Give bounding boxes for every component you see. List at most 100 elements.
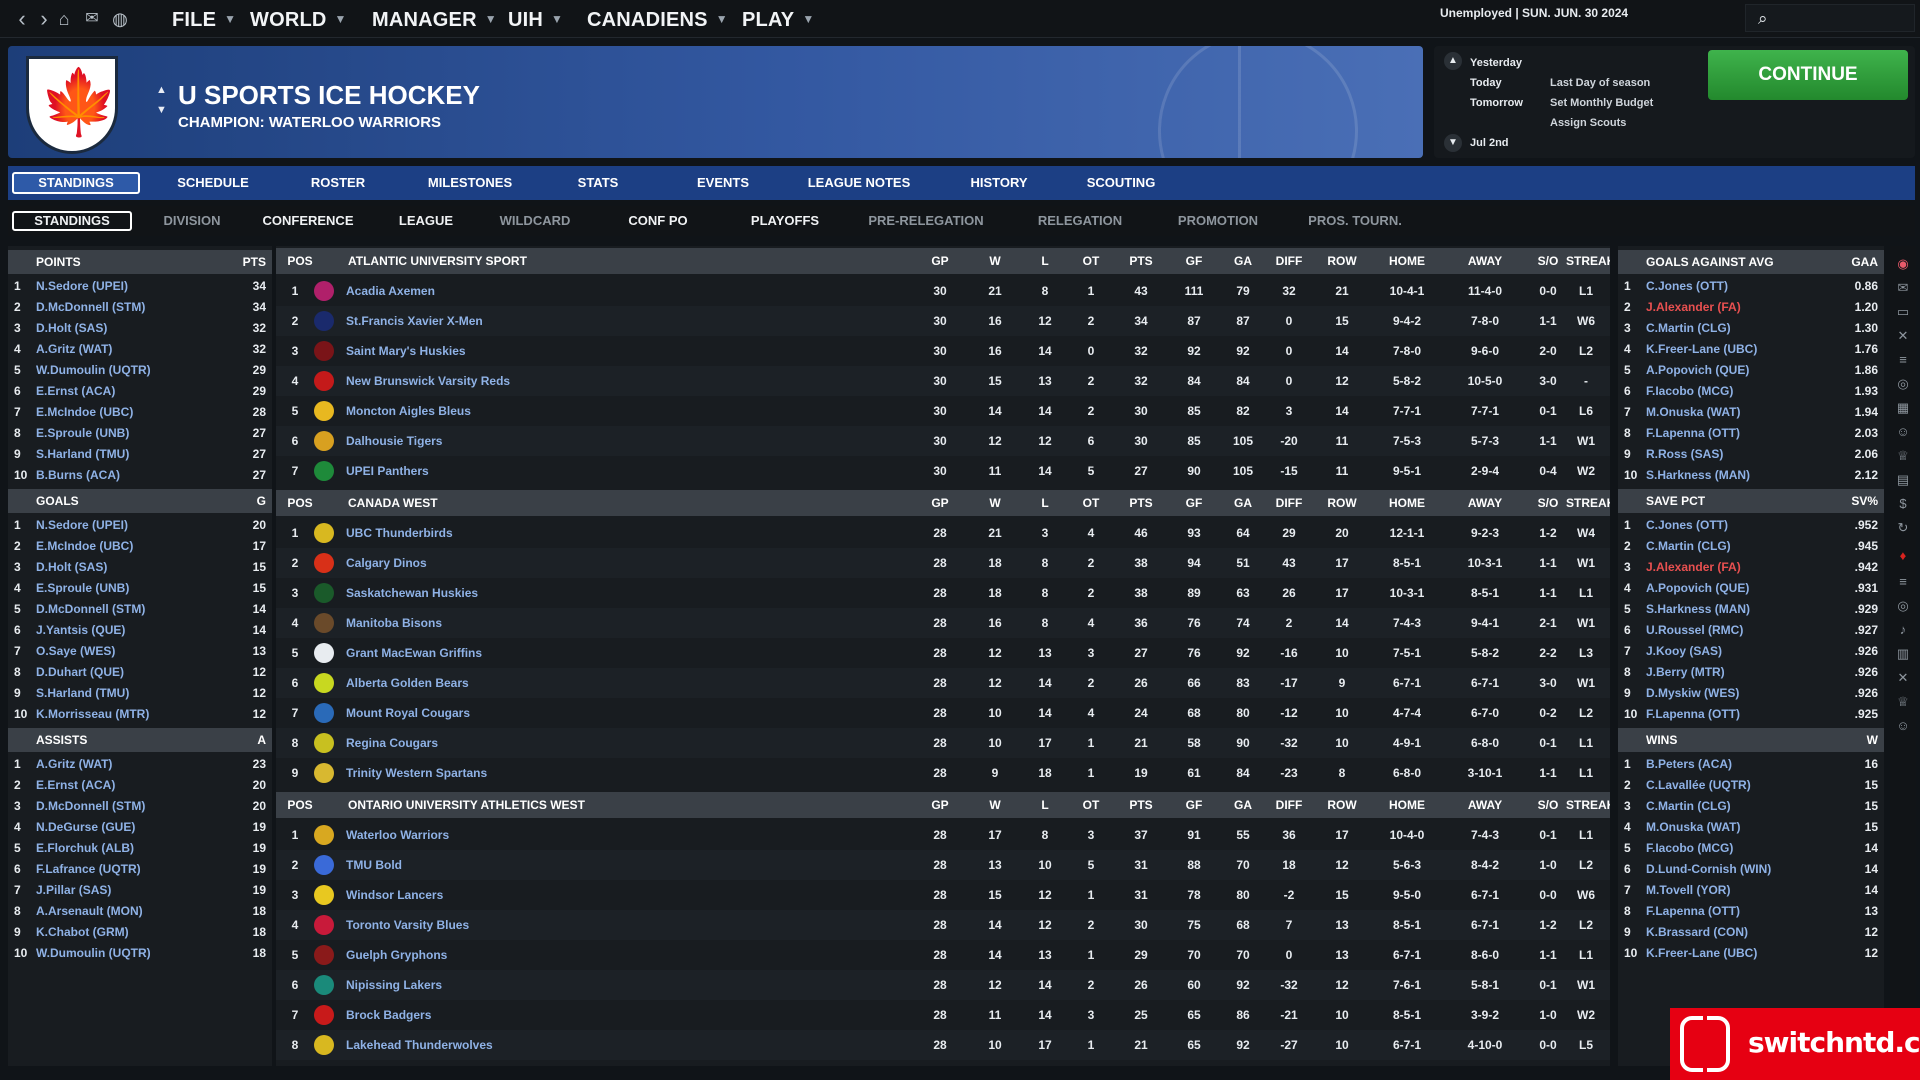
team-link[interactable]: Moncton Aigles Bleus: [346, 396, 471, 426]
team-row[interactable]: 7 Brock Badgers 28 11 14 3 25 65 86 -21 10 8-5-1 3-9…: [276, 1000, 1610, 1030]
col-l[interactable]: L: [1030, 490, 1060, 516]
stat-leader-row[interactable]: 6 E.Ernst (ACA) 29: [8, 381, 272, 402]
team-link[interactable]: Trinity Western Spartans: [346, 758, 487, 788]
team-link[interactable]: Acadia Axemen: [346, 276, 435, 306]
stat-leader-row[interactable]: 5 W.Dumoulin (UQTR) 29: [8, 360, 272, 381]
team-link[interactable]: UPEI Panthers: [346, 456, 429, 486]
stat-leader-row[interactable]: 9 R.Ross (SAS) 2.06: [1618, 444, 1884, 465]
people-icon[interactable]: ☺: [1893, 422, 1913, 442]
stat-leader-row[interactable]: 10 S.Harkness (MAN) 2.12: [1618, 465, 1884, 486]
col-streak[interactable]: STREAK: [1566, 490, 1610, 516]
col-home[interactable]: HOME: [1372, 248, 1442, 274]
team-row[interactable]: 7 Mount Royal Cougars 28 10 14 4 24 68 80 -12 10 4-…: [276, 698, 1610, 728]
player-link[interactable]: J.Kooy (SAS): [1646, 641, 1722, 662]
col-gp[interactable]: GP: [920, 792, 960, 818]
tab-milestones[interactable]: MILESTONES: [410, 172, 530, 194]
player-link[interactable]: F.Lapenna (OTT): [1646, 901, 1740, 922]
people-icon[interactable]: ☺: [1893, 716, 1913, 736]
player-link[interactable]: S.Harland (TMU): [36, 444, 129, 465]
team-link[interactable]: Lakehead Thunderwolves: [346, 1030, 493, 1060]
subtab-pros-tourn[interactable]: PROS. TOURN.: [1290, 211, 1420, 231]
mail-icon[interactable]: ✉: [80, 6, 104, 32]
player-link[interactable]: E.Ernst (ACA): [36, 381, 115, 402]
stat-leader-row[interactable]: 3 D.Holt (SAS) 32: [8, 318, 272, 339]
player-link[interactable]: D.Holt (SAS): [36, 318, 107, 339]
menu-manager[interactable]: MANAGER ▼: [372, 0, 497, 38]
team-link[interactable]: Calgary Dinos: [346, 548, 427, 578]
col-away[interactable]: AWAY: [1450, 490, 1520, 516]
player-link[interactable]: J.Yantsis (QUE): [36, 620, 125, 641]
home-icon[interactable]: ⌂: [52, 6, 76, 32]
player-link[interactable]: B.Burns (ACA): [36, 465, 120, 486]
col-pos[interactable]: POS: [280, 490, 320, 516]
tools-icon[interactable]: ✕: [1893, 326, 1913, 346]
stat-leader-row[interactable]: 2 C.Lavallée (UQTR) 15: [1618, 775, 1884, 796]
stat-leader-row[interactable]: 5 S.Harkness (MAN) .929: [1618, 599, 1884, 620]
subtab-pre-relegation[interactable]: PRE-RELEGATION: [856, 211, 996, 231]
chart-icon[interactable]: ▥: [1893, 644, 1913, 664]
tools-icon[interactable]: ✕: [1893, 668, 1913, 688]
player-link[interactable]: M.Onuska (WAT): [1646, 817, 1740, 838]
stat-leader-row[interactable]: 8 F.Lapenna (OTT) 13: [1618, 901, 1884, 922]
col-l[interactable]: L: [1030, 792, 1060, 818]
player-link[interactable]: D.Lund-Cornish (WIN): [1646, 859, 1771, 880]
team-link[interactable]: Saint Mary's Huskies: [346, 336, 466, 366]
player-link[interactable]: C.Martin (CLG): [1646, 536, 1731, 557]
team-link[interactable]: Windsor Lancers: [346, 880, 443, 910]
trash-icon[interactable]: ▭: [1893, 302, 1913, 322]
player-link[interactable]: S.Harland (TMU): [36, 683, 129, 704]
col-gf[interactable]: GF: [1174, 248, 1214, 274]
stat-leader-row[interactable]: 5 F.Iacobo (MCG) 14: [1618, 838, 1884, 859]
player-link[interactable]: J.Berry (MTR): [1646, 662, 1725, 683]
stat-leader-row[interactable]: 4 N.DeGurse (GUE) 19: [8, 817, 272, 838]
player-link[interactable]: E.Sproule (UNB): [36, 578, 129, 599]
team-link[interactable]: Regina Cougars: [346, 728, 438, 758]
stat-leader-row[interactable]: 1 B.Peters (ACA) 16: [1618, 754, 1884, 775]
player-link[interactable]: D.McDonnell (STM): [36, 796, 145, 817]
table-icon[interactable]: ▦: [1893, 398, 1913, 418]
stat-leader-row[interactable]: 8 A.Arsenault (MON) 18: [8, 901, 272, 922]
team-link[interactable]: Waterloo Warriors: [346, 820, 449, 850]
player-link[interactable]: F.Lapenna (OTT): [1646, 423, 1740, 444]
subtab-division[interactable]: DIVISION: [142, 211, 242, 231]
stat-leader-row[interactable]: 6 F.Lafrance (UQTR) 19: [8, 859, 272, 880]
subtab-league[interactable]: LEAGUE: [376, 211, 476, 231]
stat-leader-row[interactable]: 4 A.Popovich (QUE) .931: [1618, 578, 1884, 599]
col-pts[interactable]: PTS: [1121, 490, 1161, 516]
team-row[interactable]: 1 UBC Thunderbirds 28 21 3 4 46 93 64 29 20 12-1-1 9…: [276, 518, 1610, 548]
stat-leader-row[interactable]: 1 C.Jones (OTT) .952: [1618, 515, 1884, 536]
subtab-promotion[interactable]: PROMOTION: [1158, 211, 1278, 231]
stat-leader-row[interactable]: 1 N.Sedore (UPEI) 34: [8, 276, 272, 297]
col-row[interactable]: ROW: [1322, 792, 1362, 818]
team-row[interactable]: 4 New Brunswick Varsity Reds 30 15 13 2 32 84 84…: [276, 366, 1610, 396]
canadiens-logo-icon[interactable]: ◉: [1893, 254, 1913, 274]
player-link[interactable]: E.McIndoe (UBC): [36, 402, 133, 423]
player-link[interactable]: N.Sedore (UPEI): [36, 515, 128, 536]
stat-leader-row[interactable]: 3 C.Martin (CLG) 15: [1618, 796, 1884, 817]
stat-leader-row[interactable]: 6 D.Lund-Cornish (WIN) 14: [1618, 859, 1884, 880]
stat-leader-row[interactable]: 2 E.McIndoe (UBC) 17: [8, 536, 272, 557]
stat-leader-row[interactable]: 3 D.McDonnell (STM) 20: [8, 796, 272, 817]
stat-leader-row[interactable]: 2 C.Martin (CLG) .945: [1618, 536, 1884, 557]
col-streak[interactable]: STREAK: [1566, 792, 1610, 818]
team-link[interactable]: Grant MacEwan Griffins: [346, 638, 482, 668]
scout-icon[interactable]: ◎: [1893, 596, 1913, 616]
list-icon[interactable]: ≡: [1893, 350, 1913, 370]
player-link[interactable]: A.Gritz (WAT): [36, 754, 112, 775]
player-link[interactable]: S.Harkness (MAN): [1646, 465, 1750, 486]
team-row[interactable]: 3 Saint Mary's Huskies 30 16 14 0 32 92 92 0 14 7-8…: [276, 336, 1610, 366]
menu-canadiens[interactable]: CANADIENS ▼: [587, 0, 728, 38]
calendar-down-icon[interactable]: ▼: [1444, 134, 1462, 152]
team-link[interactable]: UBC Thunderbirds: [346, 518, 453, 548]
stat-leader-row[interactable]: 1 A.Gritz (WAT) 23: [8, 754, 272, 775]
stat-leader-row[interactable]: 7 M.Onuska (WAT) 1.94: [1618, 402, 1884, 423]
stat-leader-row[interactable]: 10 B.Burns (ACA) 27: [8, 465, 272, 486]
tab-events[interactable]: EVENTS: [668, 172, 778, 194]
team-row[interactable]: 9 Trinity Western Spartans 28 9 18 1 19 61 84 -23…: [276, 758, 1610, 788]
subtab-playoffs[interactable]: PLAYOFFS: [730, 211, 840, 231]
stat-leader-row[interactable]: 7 M.Tovell (YOR) 14: [1618, 880, 1884, 901]
menu-uih[interactable]: UIH ▼: [508, 0, 563, 38]
stat-leader-row[interactable]: 7 O.Saye (WES) 13: [8, 641, 272, 662]
stat-leader-row[interactable]: 6 U.Roussel (RMC) .927: [1618, 620, 1884, 641]
player-link[interactable]: W.Dumoulin (UQTR): [36, 943, 151, 964]
